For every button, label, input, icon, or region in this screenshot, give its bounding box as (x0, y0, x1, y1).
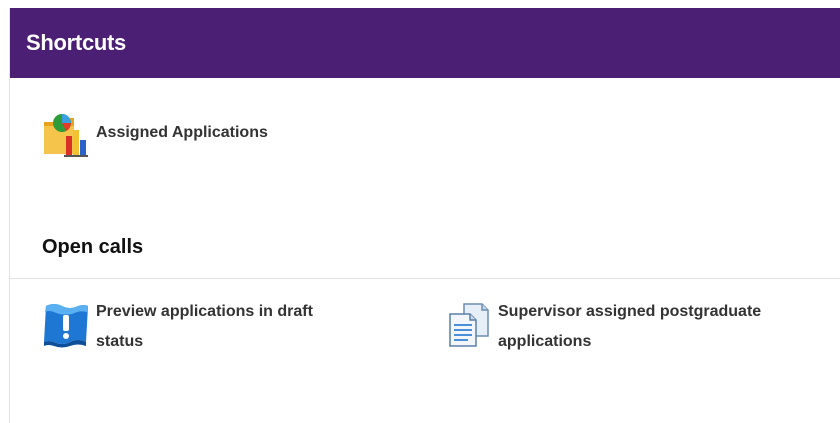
shortcut-supervisor-postgraduate-applications[interactable]: Supervisor assigned postgraduate applica… (442, 298, 818, 357)
draft-notice-icon (44, 304, 88, 348)
section-divider (10, 278, 840, 279)
shortcuts-panel: Shortcuts Assigned Applications Open cal… (9, 8, 840, 423)
shortcut-label: Assigned Applications (96, 124, 268, 141)
panel-header: Shortcuts (10, 8, 840, 78)
open-calls-heading: Open calls (42, 236, 144, 258)
documents-icon (449, 303, 489, 347)
panel-title: Shortcuts (26, 30, 126, 55)
applications-chart-icon (44, 114, 88, 157)
shortcut-preview-draft-applications[interactable]: Preview applications in draft status (40, 298, 356, 357)
shortcut-label: Supervisor assigned postgraduate applica… (498, 303, 762, 350)
shortcut-assigned-applications[interactable]: Assigned Applications (40, 108, 268, 160)
shortcut-label: Preview applications in draft status (96, 303, 313, 350)
